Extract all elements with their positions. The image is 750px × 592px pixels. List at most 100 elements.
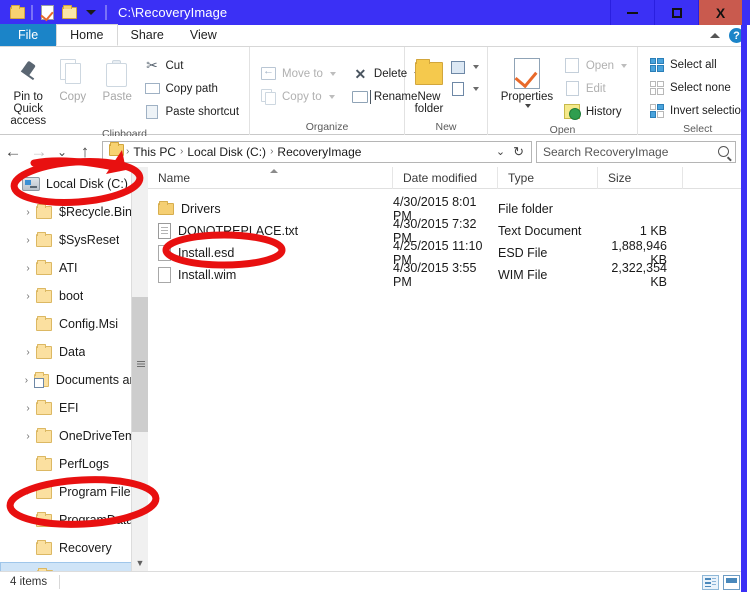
breadcrumb-item-this-pc[interactable]: This PC bbox=[129, 145, 180, 159]
rename-icon bbox=[352, 88, 372, 105]
tree-item-data[interactable]: › Data bbox=[0, 338, 148, 366]
maximize-button[interactable] bbox=[654, 0, 698, 25]
paste-button[interactable]: Paste bbox=[95, 51, 140, 103]
file-name-label: Install.wim bbox=[178, 268, 237, 282]
clipboard-small-buttons: ✂ Cut Copy path Paste shortcut bbox=[140, 51, 244, 123]
folder-icon bbox=[36, 455, 52, 471]
tree-item-boot[interactable]: › boot bbox=[0, 282, 148, 310]
breadcrumb[interactable]: › This PC › Local Disk (C:) › RecoveryIm… bbox=[102, 140, 532, 163]
chevron-down-icon[interactable]: ⌄ bbox=[496, 145, 505, 158]
text-file-icon bbox=[158, 223, 171, 239]
edit-button[interactable]: Edit bbox=[560, 77, 631, 100]
search-input[interactable]: Search RecoveryImage bbox=[536, 140, 736, 163]
history-button[interactable]: History bbox=[560, 100, 631, 123]
tab-home[interactable]: Home bbox=[56, 24, 118, 46]
tree-item-perflogs[interactable]: PerfLogs bbox=[0, 450, 148, 478]
folder-icon bbox=[36, 427, 52, 443]
tree-item-onedrivetemp[interactable]: › OneDriveTemp bbox=[0, 422, 148, 450]
expander-icon[interactable]: › bbox=[20, 515, 36, 526]
expander-icon[interactable]: › bbox=[20, 431, 36, 442]
tree-item-label: PerfLogs bbox=[59, 457, 110, 471]
chevron-down-icon bbox=[329, 71, 336, 76]
table-row[interactable]: Install.wim 4/30/2015 3:55 PM WIM File 2… bbox=[148, 261, 750, 289]
pin-to-quick-access-button[interactable]: Pin to Quick access bbox=[6, 51, 51, 127]
large-icons-view-icon[interactable] bbox=[723, 574, 740, 590]
tree-item-programdata[interactable]: › ProgramData bbox=[0, 506, 148, 534]
recent-locations-button[interactable]: ⌄ bbox=[52, 139, 72, 165]
drive-icon bbox=[22, 177, 40, 191]
new-item-button[interactable] bbox=[447, 56, 481, 78]
tab-view[interactable]: View bbox=[177, 24, 230, 46]
expander-icon[interactable]: › bbox=[20, 207, 36, 218]
history-icon bbox=[564, 103, 582, 120]
column-header-type[interactable]: Type bbox=[498, 166, 598, 189]
folder-icon[interactable] bbox=[6, 2, 28, 24]
expander-icon[interactable]: › bbox=[20, 347, 36, 358]
tree-item-label: Recovery bbox=[59, 541, 112, 555]
file-size-cell: 1 KB bbox=[639, 224, 667, 238]
chevron-down-icon bbox=[524, 104, 531, 108]
invert-selection-button[interactable]: Invert selection bbox=[644, 99, 750, 122]
tree-item-ati[interactable]: › ATI bbox=[0, 254, 148, 282]
scrollbar-thumb[interactable] bbox=[132, 297, 148, 432]
folder-icon[interactable] bbox=[58, 2, 80, 24]
scroll-down-button[interactable]: ▼ bbox=[132, 554, 148, 571]
chevron-down-icon[interactable] bbox=[80, 2, 102, 24]
tree-item-local-disk-c[interactable]: ⌄ Local Disk (C:) bbox=[0, 170, 148, 198]
refresh-icon[interactable]: ↻ bbox=[513, 144, 524, 160]
select-none-button[interactable]: Select none bbox=[644, 76, 750, 99]
column-header-size[interactable]: Size bbox=[598, 166, 683, 189]
tree-item-label: Program Files bbox=[59, 485, 137, 499]
expander-icon[interactable]: › bbox=[20, 487, 36, 498]
cut-button[interactable]: ✂ Cut bbox=[140, 54, 244, 77]
column-header-name[interactable]: Name bbox=[148, 166, 393, 189]
magnifier-icon[interactable] bbox=[718, 146, 729, 157]
copy-to-button[interactable]: Copy to bbox=[256, 85, 340, 108]
new-folder-icon bbox=[415, 55, 443, 91]
expander-icon[interactable]: › bbox=[20, 235, 36, 246]
scroll-up-button[interactable]: ▲ bbox=[132, 167, 148, 184]
tree-item-config-msi[interactable]: Config.Msi bbox=[0, 310, 148, 338]
up-button[interactable]: ↑ bbox=[72, 139, 98, 165]
select-none-icon bbox=[648, 79, 665, 96]
tree-item-recovery[interactable]: Recovery bbox=[0, 534, 148, 562]
expander-icon[interactable]: › bbox=[20, 403, 36, 414]
close-button[interactable]: X bbox=[698, 0, 742, 25]
breadcrumb-item-recoveryimage[interactable]: RecoveryImage bbox=[273, 145, 365, 159]
copy-path-button[interactable]: Copy path bbox=[140, 77, 244, 100]
tree-item-efi[interactable]: › EFI bbox=[0, 394, 148, 422]
minimize-button[interactable] bbox=[610, 0, 654, 25]
chevron-up-icon[interactable] bbox=[710, 33, 720, 38]
select-all-button[interactable]: Select all bbox=[644, 53, 750, 76]
copy-button[interactable]: Copy bbox=[51, 51, 96, 103]
details-view-icon[interactable] bbox=[702, 574, 719, 590]
expander-icon[interactable]: › bbox=[20, 263, 36, 274]
tree-item-recoveryimage[interactable]: › RecoveryImage bbox=[0, 562, 148, 571]
tab-file[interactable]: File bbox=[0, 24, 57, 46]
forward-button[interactable]: → bbox=[26, 139, 52, 165]
new-folder-button[interactable]: New folder bbox=[411, 51, 447, 115]
column-header-date-modified[interactable]: Date modified bbox=[393, 166, 498, 189]
properties-check-icon[interactable] bbox=[36, 2, 58, 24]
move-to-button[interactable]: Move to bbox=[256, 62, 340, 85]
nav-pane-scrollbar[interactable]: ▲ ▼ bbox=[131, 167, 148, 571]
file-date-cell: 4/30/2015 3:55 PM bbox=[393, 261, 477, 289]
properties-button[interactable]: Properties bbox=[494, 51, 560, 108]
back-button[interactable]: ← bbox=[0, 139, 26, 165]
tree-item-sysreset[interactable]: › $SysReset bbox=[0, 226, 148, 254]
tree-item-label: boot bbox=[59, 289, 84, 303]
ribbon-group-select: Select all Select none Invert selection bbox=[638, 47, 750, 135]
expander-icon[interactable]: › bbox=[19, 375, 34, 386]
open-button[interactable]: Open bbox=[560, 54, 631, 77]
tree-item-program-files[interactable]: › Program Files bbox=[0, 478, 148, 506]
new-item-icon bbox=[449, 59, 466, 76]
tree-item-recycle-bin[interactable]: › $Recycle.Bin bbox=[0, 198, 148, 226]
easy-access-button[interactable] bbox=[447, 78, 481, 100]
expander-icon[interactable]: ⌄ bbox=[6, 179, 22, 190]
ribbon-toolbar: Pin to Quick access Copy Paste ✂ Cut Cop… bbox=[0, 47, 750, 140]
expander-icon[interactable]: › bbox=[20, 291, 36, 302]
breadcrumb-item-local-disk[interactable]: Local Disk (C:) bbox=[183, 145, 270, 159]
tab-share[interactable]: Share bbox=[118, 24, 177, 46]
tree-item-documents-and-settings[interactable]: › Documents and S bbox=[0, 366, 148, 394]
paste-shortcut-button[interactable]: Paste shortcut bbox=[140, 100, 244, 123]
